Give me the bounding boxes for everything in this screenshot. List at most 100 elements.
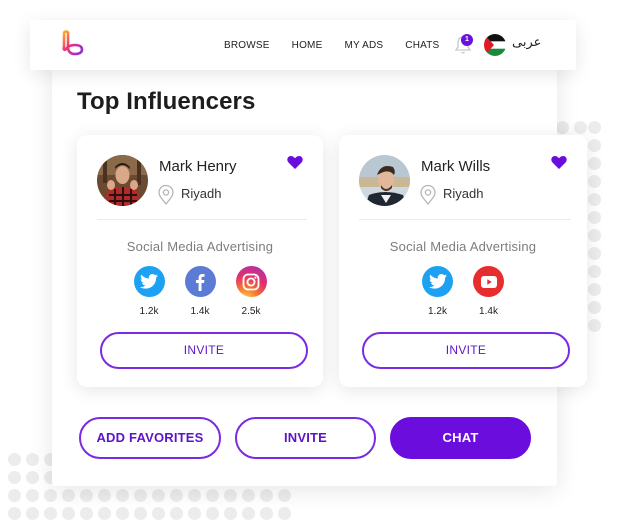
nav-chats[interactable]: CHATS [405,40,439,51]
app-logo[interactable] [60,30,86,58]
decorative-dot [588,175,601,188]
decorative-dot [588,157,601,170]
divider [97,219,307,220]
decorative-dot [116,489,129,502]
decorative-dot [80,489,93,502]
decorative-dot [134,489,147,502]
influencer-card[interactable]: Mark Wills Riyadh Social Media Advertisi… [339,135,587,387]
decorative-dot [588,265,601,278]
youtube-icon [473,266,504,297]
influencer-card[interactable]: Mark Henry Riyadh Social Media Advertisi… [77,135,323,387]
decorative-dot [116,507,129,520]
decorative-dot [170,507,183,520]
social-stats: 1.2k 1.4k 2.5k [77,266,323,317]
decorative-dot [62,507,75,520]
decorative-dot [152,507,165,520]
location-pin-icon [158,184,174,205]
decorative-dot [260,489,273,502]
influencer-location: Riyadh [181,186,222,201]
notification-badge: 1 [461,34,473,46]
decorative-dot [278,489,291,502]
top-navbar: BROWSE HOME MY ADS CHATS 1 عربى [30,20,576,70]
decorative-dot-grid [556,121,587,134]
influencer-location: Riyadh [443,186,484,201]
add-favorites-button[interactable]: ADD FAVORITES [79,417,221,459]
decorative-dot [26,453,39,466]
decorative-dot [170,489,183,502]
decorative-dot [588,193,601,206]
decorative-dot [588,301,601,314]
decorative-dot-grid [588,121,601,332]
language-switch[interactable]: عربى [512,35,541,50]
decorative-dot [98,507,111,520]
decorative-dot [588,121,601,134]
social-count: 1.4k [190,306,210,317]
social-youtube[interactable]: 1.4k [473,266,505,317]
facebook-icon [184,266,216,297]
influencer-category: Social Media Advertising [389,239,537,254]
twitter-icon [133,266,165,297]
social-count: 1.2k [139,306,159,317]
decorative-dot [588,211,601,224]
social-stats: 1.2k 1.4k [339,266,587,317]
decorative-dot [588,139,601,152]
influencer-name: Mark Henry [159,158,237,175]
decorative-dot [588,283,601,296]
nav-browse[interactable]: BROWSE [224,40,270,51]
decorative-dot [44,489,57,502]
decorative-dot [152,489,165,502]
decorative-dot [188,507,201,520]
page-title: Top Influencers [77,88,256,115]
social-count: 2.5k [241,306,261,317]
decorative-dot [188,489,201,502]
decorative-dot [8,471,21,484]
decorative-dot [44,507,57,520]
social-twitter[interactable]: 1.2k [422,266,454,317]
social-instagram[interactable]: 2.5k [235,266,267,317]
decorative-dot [588,229,601,242]
social-twitter[interactable]: 1.2k [133,266,165,317]
decorative-dot [260,507,273,520]
decorative-dot [242,489,255,502]
main-nav: BROWSE HOME MY ADS CHATS [224,20,461,70]
divider [359,219,571,220]
decorative-dot [80,507,93,520]
decorative-dot [588,247,601,260]
decorative-dot [26,489,39,502]
heart-icon[interactable] [287,155,303,169]
decorative-dot [242,507,255,520]
social-count: 1.2k [428,306,447,317]
decorative-dot [278,507,291,520]
nav-my-ads[interactable]: MY ADS [344,40,383,51]
decorative-dot [224,489,237,502]
nav-home[interactable]: HOME [292,40,323,51]
decorative-dot [62,489,75,502]
twitter-icon [422,266,453,297]
decorative-dot [224,507,237,520]
decorative-dot [8,489,21,502]
decorative-dot [206,489,219,502]
decorative-dot [588,319,601,332]
invite-all-button[interactable]: INVITE [235,417,376,459]
palestine-flag-icon[interactable] [484,34,506,56]
decorative-dot [206,507,219,520]
decorative-dot [8,453,21,466]
decorative-dot [8,507,21,520]
heart-icon[interactable] [551,155,567,169]
decorative-dot [556,121,569,134]
decorative-dot [26,507,39,520]
invite-button[interactable]: INVITE [100,332,308,369]
invite-button[interactable]: INVITE [362,332,570,369]
social-facebook[interactable]: 1.4k [184,266,216,317]
avatar [359,155,410,206]
decorative-dot [134,507,147,520]
influencer-name: Mark Wills [421,158,491,175]
decorative-dot [98,489,111,502]
location-pin-icon [420,184,436,205]
social-count: 1.4k [479,306,498,317]
avatar [97,155,148,206]
chat-button[interactable]: CHAT [390,417,531,459]
decorative-dot [574,121,587,134]
instagram-icon [235,266,267,297]
influencer-category: Social Media Advertising [126,239,274,254]
